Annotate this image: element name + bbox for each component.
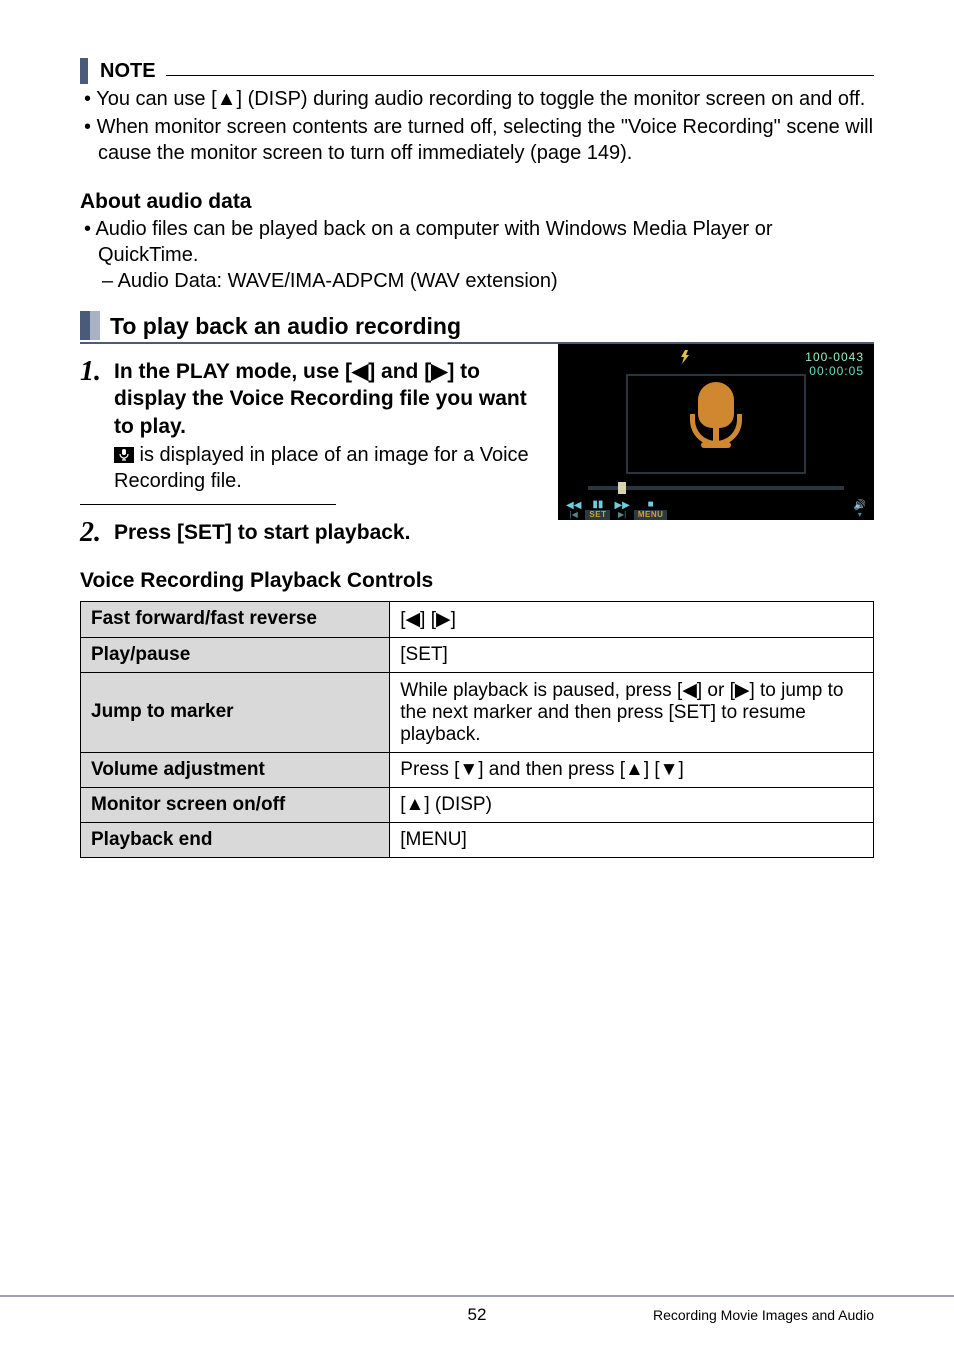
table-label: Volume adjustment: [81, 752, 390, 787]
table-label: Playback end: [81, 822, 390, 857]
progress-track: [588, 486, 844, 490]
note-bullet-1: You can use [▲] (DISP) during audio reco…: [84, 86, 874, 112]
about-heading: About audio data: [80, 190, 874, 214]
table-value: [▲] (DISP): [390, 787, 874, 822]
camera-control-bar: ◀◀|◀ ▮▮SET ▶▶▶| ■MENU 🔊▾: [558, 500, 874, 520]
table-row: Monitor screen on/off [▲] (DISP): [81, 787, 874, 822]
camera-file-number: 100-0043: [805, 350, 864, 364]
rewind-icon: ◀◀|◀: [566, 501, 581, 519]
table-value: [SET]: [390, 637, 874, 672]
section-bar-light: [90, 311, 100, 340]
progress-knob: [618, 482, 626, 494]
step-2-number: 2.: [80, 519, 114, 547]
camera-file-info: 100-0043 00:00:05: [805, 350, 864, 378]
table-title: Voice Recording Playback Controls: [80, 569, 874, 593]
section-title: To play back an audio recording: [110, 311, 461, 340]
table-row: Volume adjustment Press [▼] and then pre…: [81, 752, 874, 787]
forward-icon: ▶▶▶|: [614, 501, 629, 519]
table-row: Play/pause [SET]: [81, 637, 874, 672]
table-value: [◀] [▶]: [390, 601, 874, 637]
step-2: 2. Press [SET] to start playback.: [80, 519, 538, 547]
pause-set-icon: ▮▮SET: [585, 500, 610, 520]
step-1-title: In the PLAY mode, use [◀] and [▶] to dis…: [114, 358, 538, 440]
page-number: 52: [468, 1305, 487, 1325]
playback-controls-table: Fast forward/fast reverse [◀] [▶] Play/p…: [80, 601, 874, 858]
camera-time: 00:00:05: [805, 364, 864, 378]
table-value: Press [▼] and then press [▲] [▼]: [390, 752, 874, 787]
about-bullets: Audio files can be played back on a comp…: [80, 216, 874, 268]
table-row: Jump to marker While playback is paused,…: [81, 672, 874, 752]
page-footer: 52 Recording Movie Images and Audio: [0, 1295, 954, 1323]
step-2-title: Press [SET] to start playback.: [114, 519, 538, 546]
stop-menu-icon: ■MENU: [634, 500, 668, 520]
mic-icon-stand: [713, 424, 719, 444]
footer-section-name: Recording Movie Images and Audio: [653, 1307, 874, 1323]
note-bullets: You can use [▲] (DISP) during audio reco…: [80, 86, 874, 166]
section-heading: To play back an audio recording: [80, 311, 874, 344]
step-1-number: 1.: [80, 358, 114, 494]
table-value: [MENU]: [390, 822, 874, 857]
voice-recording-icon: [114, 447, 134, 463]
table-label: Fast forward/fast reverse: [81, 601, 390, 637]
table-label: Play/pause: [81, 637, 390, 672]
step-divider: [80, 504, 336, 505]
note-label: NOTE: [100, 60, 156, 83]
table-label: Jump to marker: [81, 672, 390, 752]
camera-lcd-screenshot: 100-0043 00:00:05 ◀◀|◀ ▮▮SET ▶▶▶| ■MENU …: [558, 344, 874, 520]
note-bullet-2: When monitor screen contents are turned …: [84, 114, 874, 166]
mic-icon-base: [701, 442, 731, 448]
table-value: While playback is paused, press [◀] or […: [390, 672, 874, 752]
about-dash: Audio Data: WAVE/IMA-ADPCM (WAV extensio…: [80, 270, 874, 293]
about-bullet: Audio files can be played back on a comp…: [84, 216, 874, 268]
step-1: 1. In the PLAY mode, use [◀] and [▶] to …: [80, 358, 538, 494]
table-row: Playback end [MENU]: [81, 822, 874, 857]
note-rule: [166, 75, 874, 76]
step-1-desc: is displayed in place of an image for a …: [114, 442, 538, 494]
note-accent-bar: [80, 58, 88, 84]
note-heading: NOTE: [80, 58, 874, 84]
table-label: Monitor screen on/off: [81, 787, 390, 822]
volume-icon: 🔊▾: [854, 501, 866, 519]
table-row: Fast forward/fast reverse [◀] [▶]: [81, 601, 874, 637]
section-bar-dark: [80, 311, 90, 340]
flash-icon: [678, 350, 692, 364]
